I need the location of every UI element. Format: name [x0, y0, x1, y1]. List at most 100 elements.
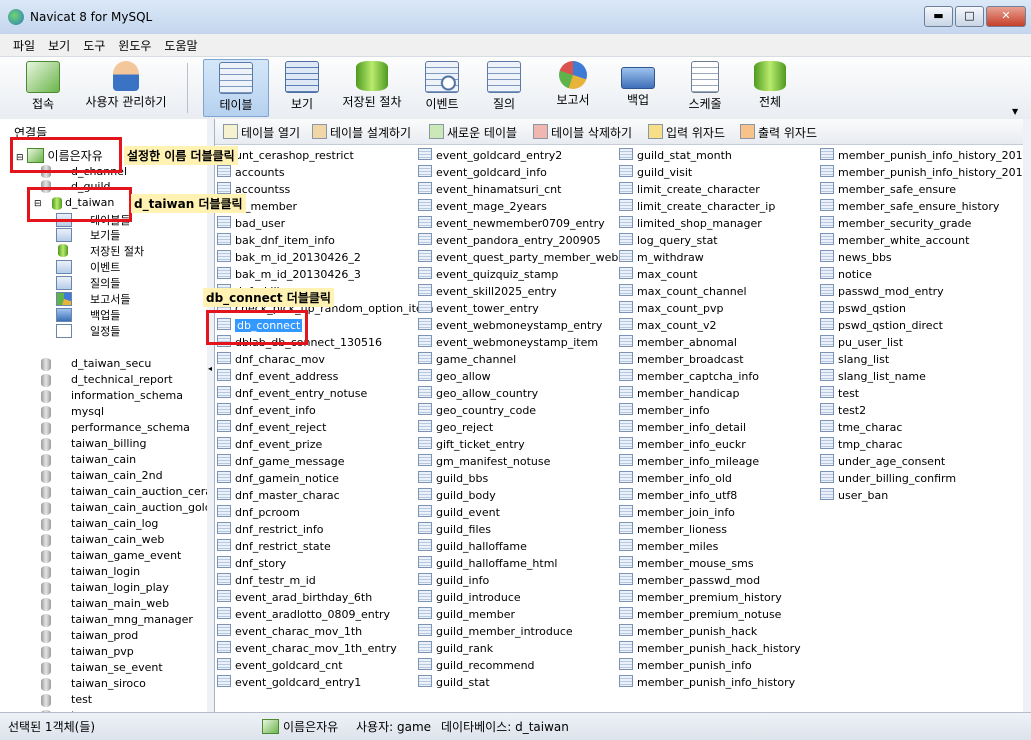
table-item[interactable]: max_count_v2: [619, 318, 717, 335]
table-item[interactable]: member_captcha_info: [619, 369, 759, 386]
table-item[interactable]: guild_halloffame_html: [418, 556, 557, 573]
toolbar-report-button[interactable]: 보고서: [542, 59, 604, 115]
table-item[interactable]: event_charac_mov_1th_entry: [217, 641, 397, 658]
table-item[interactable]: test: [820, 386, 859, 403]
toolbar-event-button[interactable]: 이벤트: [414, 59, 470, 115]
table-item[interactable]: event_quizquiz_stamp: [418, 267, 558, 284]
table-item[interactable]: pu_user_list: [820, 335, 903, 352]
table-item[interactable]: slang_list_name: [820, 369, 926, 386]
menu-window[interactable]: 윈도우: [118, 37, 151, 54]
table-item[interactable]: guild_introduce: [418, 590, 521, 607]
table-item[interactable]: event_goldcard_entry1: [217, 675, 361, 692]
tree-db-node[interactable]: taiwan_login: [41, 565, 140, 581]
table-item[interactable]: dnf_event_info: [217, 403, 316, 420]
table-item[interactable]: guild_member: [418, 607, 515, 624]
table-item[interactable]: under_age_consent: [820, 454, 945, 471]
tree-db-node[interactable]: taiwan_game_event: [41, 549, 181, 565]
table-item[interactable]: guild_body: [418, 488, 496, 505]
table-item[interactable]: member_lioness: [619, 522, 727, 539]
tree-db-node[interactable]: taiwan_cain: [41, 453, 136, 469]
toolbar-user-manager-button[interactable]: 사용자 관리하기: [80, 59, 172, 115]
tree-db-node[interactable]: performance_schema: [41, 421, 190, 437]
toolbar-schedule-button[interactable]: 스케줄: [674, 59, 736, 115]
table-item[interactable]: event_quest_party_member_web: [418, 250, 618, 267]
close-button[interactable]: ✕: [986, 6, 1026, 27]
design-table-button[interactable]: 테이블 설계하기: [312, 124, 411, 141]
tree-db-node[interactable]: information_schema: [41, 389, 183, 405]
table-item[interactable]: dnf_testr_m_id: [217, 573, 316, 590]
table-item[interactable]: dnf_event_reject: [217, 420, 326, 437]
table-item[interactable]: member_safe_ensure: [820, 182, 956, 199]
tree-db-node[interactable]: taiwan_mng_manager: [41, 613, 193, 629]
tree-db-node[interactable]: d_taiwan_secu: [41, 357, 151, 373]
table-item[interactable]: member_punish_hack: [619, 624, 757, 641]
toolbar-table-button[interactable]: 테이블: [203, 59, 269, 117]
tree-child-schedules[interactable]: 일정들: [56, 323, 120, 339]
table-item[interactable]: gm_manifest_notuse: [418, 454, 550, 471]
tree-db-node[interactable]: taiwan_prod: [41, 629, 138, 645]
table-item[interactable]: member_punish_info: [619, 658, 752, 675]
table-item[interactable]: guild_bbs: [418, 471, 488, 488]
tree-db-node[interactable]: taiwan_cain_2nd: [41, 469, 163, 485]
table-item[interactable]: member_security_grade: [820, 216, 971, 233]
table-item[interactable]: slang_list: [820, 352, 889, 369]
table-item[interactable]: guild_files: [418, 522, 491, 539]
minimize-button[interactable]: ▬: [924, 6, 953, 27]
tree-db-node[interactable]: taiwan_siroco: [41, 677, 146, 693]
tree-db-node[interactable]: taiwan_login_play: [41, 581, 169, 597]
table-item[interactable]: member_join_info: [619, 505, 735, 522]
table-item[interactable]: member_premium_notuse: [619, 607, 781, 624]
tree-db-node[interactable]: taiwan_main_web: [41, 597, 169, 613]
table-item[interactable]: dnf_restrict_state: [217, 539, 331, 556]
table-item[interactable]: guild_stat_month: [619, 148, 732, 165]
table-item[interactable]: max_count_pvp: [619, 301, 723, 318]
table-item[interactable]: limit_create_character: [619, 182, 760, 199]
table-item[interactable]: event_newmember0709_entry: [418, 216, 605, 233]
tree-db-node[interactable]: taiwan_se_event: [41, 661, 163, 677]
table-item[interactable]: member_safe_ensure_history: [820, 199, 999, 216]
table-item[interactable]: user_ban: [820, 488, 888, 505]
table-item[interactable]: dnf_gamein_notice: [217, 471, 339, 488]
menu-help[interactable]: 도움말: [164, 37, 197, 54]
table-item[interactable]: member_passwd_mod: [619, 573, 760, 590]
table-item[interactable]: guild_rank: [418, 641, 493, 658]
table-item[interactable]: event_tower_entry: [418, 301, 539, 318]
toolbar-all-button[interactable]: 전체: [742, 59, 798, 115]
table-item[interactable]: event_goldcard_cnt: [217, 658, 343, 675]
table-item[interactable]: dnf_event_address: [217, 369, 338, 386]
table-item[interactable]: member_mouse_sms: [619, 556, 754, 573]
tree-db-node[interactable]: taiwan_cain_auction_gold: [41, 501, 212, 517]
table-item[interactable]: bak_m_id_20130426_3: [217, 267, 361, 284]
table-item[interactable]: limited_shop_manager: [619, 216, 762, 233]
table-item[interactable]: bad_user: [217, 216, 285, 233]
toolbar-stored-procedure-button[interactable]: 저장된 절차: [336, 59, 408, 115]
table-item[interactable]: member_punish_info_history_2013: [820, 165, 1030, 182]
table-item[interactable]: member_info_detail: [619, 420, 746, 437]
table-item[interactable]: guild_event: [418, 505, 500, 522]
table-item[interactable]: event_aradlotto_0809_entry: [217, 607, 390, 624]
tree-db-node[interactable]: taiwan_cain_auction_cera: [41, 485, 212, 501]
table-item[interactable]: max_count: [619, 267, 698, 284]
tree-db-node[interactable]: d_technical_report: [41, 373, 173, 389]
table-item[interactable]: dnf_event_entry_notuse: [217, 386, 367, 403]
table-item[interactable]: event_mage_2years: [418, 199, 547, 216]
tree-child-reports[interactable]: 보고서들: [56, 291, 130, 307]
table-item[interactable]: dnf_pcroom: [217, 505, 300, 522]
table-item[interactable]: limit_create_character_ip: [619, 199, 775, 216]
new-table-button[interactable]: 새로운 테이블: [429, 124, 517, 141]
tree-db-node[interactable]: taiwan_billing: [41, 437, 146, 453]
menu-tools[interactable]: 도구: [83, 37, 105, 54]
table-item[interactable]: member_info: [619, 403, 710, 420]
table-item[interactable]: member_white_account: [820, 233, 969, 250]
table-item[interactable]: under_billing_confirm: [820, 471, 956, 488]
table-item[interactable]: geo_allow: [418, 369, 491, 386]
table-item[interactable]: event_webmoneystamp_entry: [418, 318, 602, 335]
toolbar-overflow-icon[interactable]: ▼: [1012, 107, 1018, 116]
tree-child-procedures[interactable]: 저장된 절차: [58, 243, 144, 259]
table-item[interactable]: event_hinamatsuri_cnt: [418, 182, 561, 199]
tree-child-backups[interactable]: 백업들: [56, 307, 120, 323]
table-item[interactable]: tmp_charac: [820, 437, 903, 454]
table-item[interactable]: guild_halloffame: [418, 539, 527, 556]
table-item[interactable]: test2: [820, 403, 866, 420]
table-item[interactable]: bak_dnf_item_info: [217, 233, 335, 250]
